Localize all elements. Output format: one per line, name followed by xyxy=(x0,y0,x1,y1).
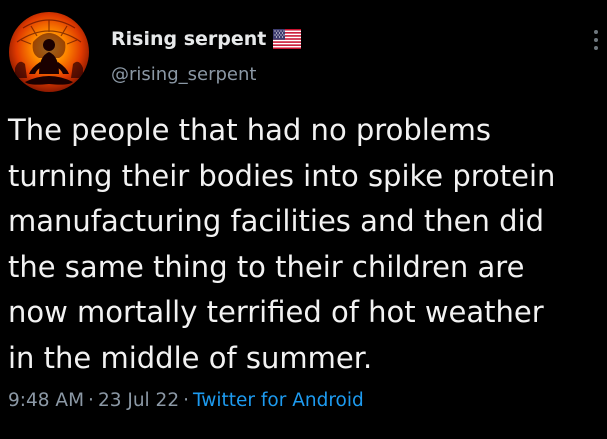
separator-dot: · xyxy=(183,390,189,411)
tweet-time[interactable]: 9:48 AM xyxy=(8,390,84,411)
tweet-text-line: in the middle of summer. xyxy=(8,340,373,375)
tweet-text: The people that had no problems turning … xyxy=(8,108,600,382)
tweet-text-line: manufacturing facilities and then did xyxy=(8,204,544,239)
tweet-text-line: the same thing to their children are xyxy=(8,249,525,284)
tweet-metadata: 9:48 AM · 23 Jul 22 · Twitter for Android xyxy=(8,390,364,411)
author-display-name[interactable]: Rising serpent xyxy=(111,28,302,50)
tweet-card: Rising serpent @rising_serpent The peopl… xyxy=(0,0,607,439)
tweet-text-line: turning their bodies into spike protein xyxy=(8,158,556,193)
more-dot-icon xyxy=(594,38,598,42)
tweet-text-line: The people that had no problems xyxy=(8,113,492,147)
display-name-text: Rising serpent xyxy=(111,28,267,50)
separator-dot: · xyxy=(88,390,94,411)
author-handle[interactable]: @rising_serpent xyxy=(111,64,256,85)
tweet-text-line: now mortally terrified of hot weather xyxy=(8,295,544,330)
tweet-source-link[interactable]: Twitter for Android xyxy=(193,390,364,411)
more-options-button[interactable] xyxy=(586,22,606,58)
tweet-date[interactable]: 23 Jul 22 xyxy=(98,390,179,411)
more-dot-icon xyxy=(594,46,598,50)
us-flag-icon xyxy=(273,29,302,49)
meditating-figure-icon xyxy=(15,19,83,85)
author-avatar[interactable] xyxy=(9,12,89,92)
more-dot-icon xyxy=(594,30,598,34)
